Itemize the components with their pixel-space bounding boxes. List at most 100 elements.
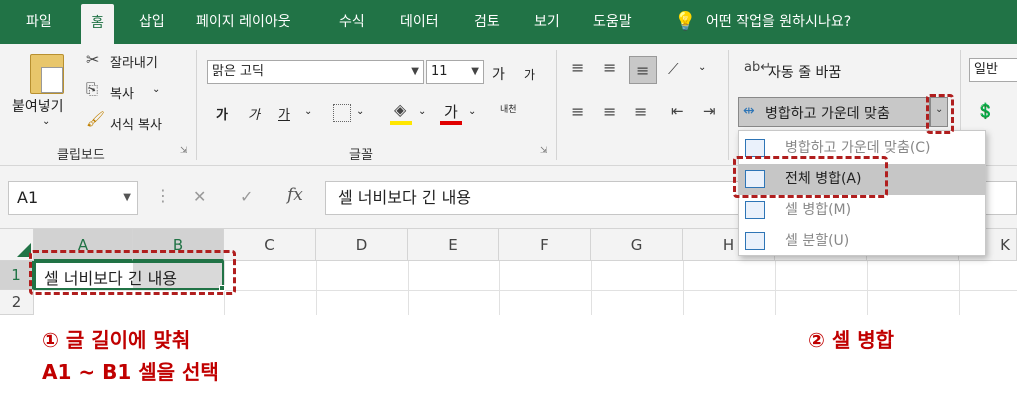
paste-icon[interactable] — [30, 54, 64, 94]
column-header-c[interactable]: C — [224, 229, 316, 261]
gridline — [683, 261, 684, 315]
tab-help[interactable]: 도움말 — [593, 0, 632, 44]
name-box[interactable]: A1 ▼ — [8, 181, 138, 215]
enter-icon[interactable]: ✓ — [240, 187, 253, 206]
format-painter-icon[interactable]: 🖌 — [86, 110, 105, 128]
font-name-combo[interactable]: 맑은 고딕 ▼ — [207, 60, 424, 84]
copy-button[interactable]: 복사 — [110, 83, 134, 102]
gridline — [316, 261, 317, 315]
paste-dropdown-icon[interactable]: ⌄ — [42, 116, 50, 127]
annotation-step2: ② 셀 병합 — [808, 328, 895, 352]
chevron-down-icon: ▼ — [411, 66, 419, 77]
column-header-g[interactable]: G — [591, 229, 683, 261]
align-middle-icon[interactable]: ≡ — [603, 58, 616, 77]
lightbulb-icon: 💡 — [674, 11, 697, 32]
wrap-text-button[interactable]: 자동 줄 바꿈 — [768, 62, 841, 82]
highlight-dropdown-box — [926, 94, 954, 134]
currency-format-icon[interactable]: 💲 — [976, 102, 995, 120]
font-color-swatch — [440, 121, 462, 125]
merge-cells-icon — [745, 201, 765, 219]
fill-color-dropdown-icon[interactable]: ⌄ — [418, 106, 426, 117]
group-divider — [556, 50, 557, 160]
number-format-value: 일반 — [974, 62, 998, 77]
menu-item-label: 셀 병합(M) — [785, 202, 852, 218]
tab-page-layout[interactable]: 페이지 레이아웃 — [196, 0, 291, 44]
group-divider — [196, 50, 197, 160]
highlight-merge-across-box — [733, 156, 888, 198]
gridline — [775, 261, 776, 315]
menu-item-label: 셀 분할(U) — [785, 233, 850, 249]
align-bottom-icon: ≡ — [636, 61, 650, 80]
align-top-icon[interactable]: ≡ — [571, 58, 584, 77]
chevron-down-icon: ▼ — [123, 192, 131, 203]
menu-item-unmerge-cells[interactable]: 셀 분할(U) — [739, 226, 985, 257]
align-center-icon[interactable]: ≡ — [603, 102, 616, 121]
annotation-step1-line2: A1 ~ B1 셀을 선택 — [42, 360, 219, 384]
italic-button[interactable]: 가 — [248, 104, 260, 123]
copy-dropdown-icon[interactable]: ⌄ — [152, 84, 160, 95]
underline-button[interactable]: 가 — [278, 104, 290, 123]
number-format-combo[interactable]: 일반 — [969, 58, 1017, 82]
merge-center-button[interactable]: ⇹ 병합하고 가운데 맞춤 — [738, 97, 930, 127]
font-launcher-icon[interactable]: ⇲ — [540, 146, 548, 156]
menu-bar: 파일 홈 삽입 페이지 레이아웃 수식 데이터 검토 보기 도움말 💡 어떤 작… — [0, 0, 1017, 44]
row-header-2[interactable]: 2 — [0, 290, 34, 315]
copy-icon[interactable]: ⎘ — [86, 80, 98, 98]
column-header-e[interactable]: E — [408, 229, 499, 261]
underline-dropdown-icon[interactable]: ⌄ — [304, 106, 312, 117]
tell-me-search[interactable]: 어떤 작업을 원하시나요? — [706, 0, 851, 44]
fill-color-icon[interactable]: ◈ — [394, 100, 406, 119]
font-name-value: 맑은 고딕 — [212, 64, 264, 79]
gridline — [591, 261, 592, 315]
column-header-f[interactable]: F — [499, 229, 591, 261]
cut-button[interactable]: 잘라내기 — [110, 52, 158, 71]
orientation-dropdown-icon[interactable]: ⌄ — [698, 62, 706, 73]
font-size-value: 11 — [431, 64, 448, 79]
gridline — [867, 261, 868, 315]
tab-review[interactable]: 검토 — [474, 0, 500, 44]
bold-button[interactable]: 가 — [216, 104, 228, 123]
tab-formulas[interactable]: 수식 — [339, 0, 365, 44]
font-size-combo[interactable]: 11 ▼ — [426, 60, 484, 84]
unmerge-cells-icon — [745, 232, 765, 250]
insert-function-icon[interactable]: fx — [287, 185, 303, 205]
gridline — [959, 261, 960, 315]
formula-bar-grip-icon[interactable]: ⋮ — [155, 186, 171, 205]
format-painter-button[interactable]: 서식 복사 — [110, 114, 162, 133]
tab-view[interactable]: 보기 — [534, 0, 560, 44]
merge-center-icon: ⇹ — [743, 103, 755, 119]
increase-indent-icon[interactable]: ⇥ — [703, 102, 716, 120]
gridline — [499, 261, 500, 315]
name-box-value: A1 — [17, 188, 39, 207]
column-header-d[interactable]: D — [316, 229, 408, 261]
tab-file[interactable]: 파일 — [26, 0, 52, 44]
grow-font-button[interactable]: 가 — [492, 64, 505, 84]
borders-dropdown-icon[interactable]: ⌄ — [356, 106, 364, 117]
group-divider — [728, 50, 729, 160]
tab-home[interactable]: 홈 — [81, 4, 114, 44]
highlight-selection-box — [29, 250, 236, 295]
borders-icon[interactable] — [333, 104, 351, 122]
clipboard-group-label: 클립보드 — [57, 148, 105, 163]
menu-item-merge-cells[interactable]: 셀 병합(M) — [739, 195, 985, 226]
align-bottom-button[interactable]: ≡ — [629, 56, 657, 84]
phonetic-button[interactable]: 내천 — [500, 102, 517, 115]
merge-center-label: 병합하고 가운데 맞춤 — [765, 106, 890, 122]
scissors-icon[interactable]: ✂ — [86, 50, 99, 69]
align-left-icon[interactable]: ≡ — [571, 102, 584, 121]
align-right-icon[interactable]: ≡ — [634, 102, 647, 121]
fill-color-swatch — [390, 121, 412, 125]
font-color-button[interactable]: 가 — [444, 101, 458, 122]
font-color-dropdown-icon[interactable]: ⌄ — [468, 106, 476, 117]
clipboard-launcher-icon[interactable]: ⇲ — [180, 146, 188, 156]
tab-insert[interactable]: 삽입 — [139, 0, 165, 44]
font-group-label: 글꼴 — [349, 148, 373, 163]
chevron-down-icon: ▼ — [471, 66, 479, 77]
paste-button[interactable]: 붙여넣기 — [12, 96, 64, 116]
shrink-font-button[interactable]: 가 — [524, 66, 535, 83]
tab-data[interactable]: 데이터 — [400, 0, 439, 44]
cancel-icon[interactable]: ✕ — [193, 187, 206, 206]
orientation-icon[interactable]: ⟋ — [668, 60, 679, 78]
merge-center-icon — [745, 139, 765, 157]
decrease-indent-icon[interactable]: ⇤ — [671, 102, 684, 120]
